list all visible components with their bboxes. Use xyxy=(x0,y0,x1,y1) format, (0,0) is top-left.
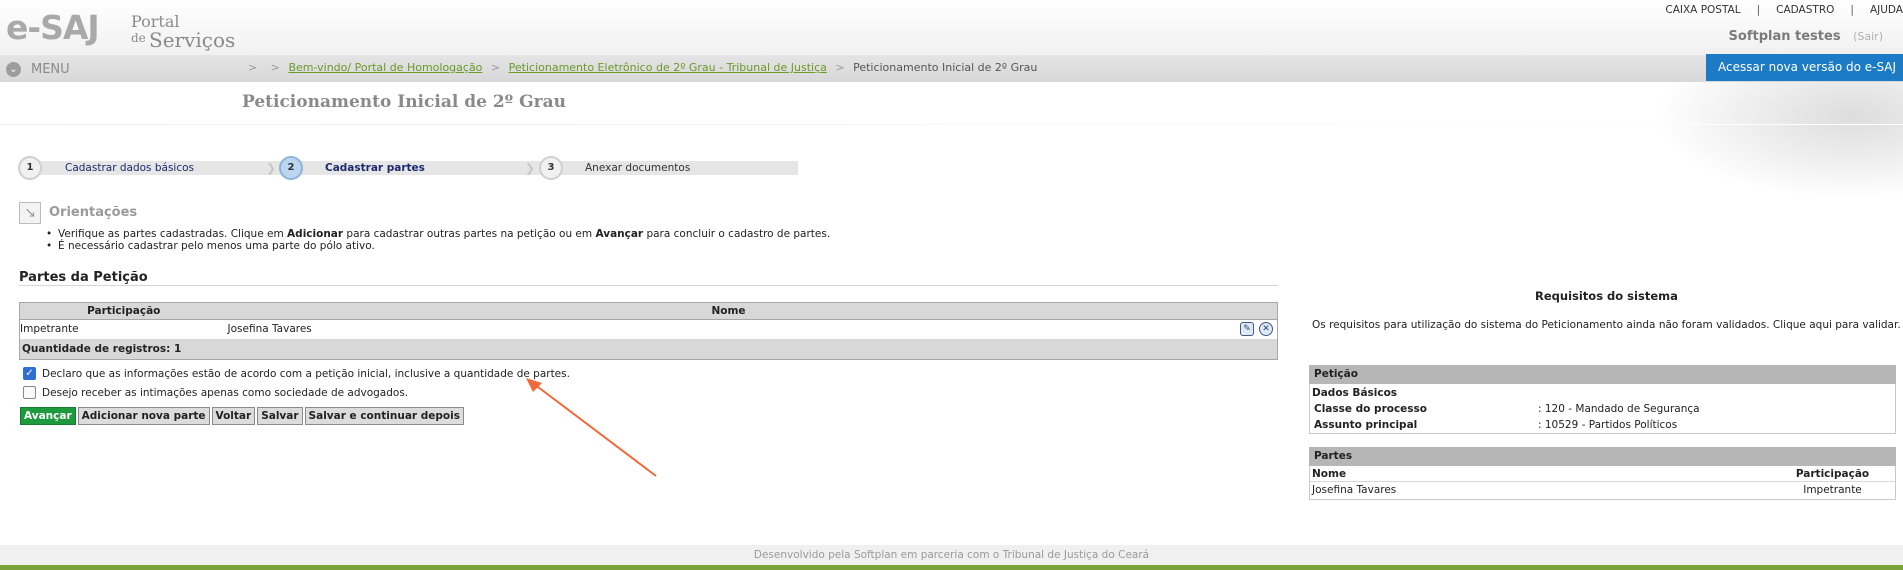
breadcrumb-separator: > xyxy=(490,61,501,74)
orientation-arrow-icon: ↘ xyxy=(19,202,41,224)
records-count: Quantidade de registros: 1 xyxy=(19,338,1278,360)
avancar-button[interactable]: Avançar xyxy=(20,407,76,425)
orientation-item: É necessário cadastrar pelo menos uma pa… xyxy=(46,240,830,252)
peticao-header: Petição xyxy=(1309,365,1896,384)
requirements-title: Requisitos do sistema xyxy=(1535,289,1678,303)
voltar-button[interactable]: Voltar xyxy=(211,407,256,425)
logo-de-text: de xyxy=(131,31,146,45)
user-box: Softplan testes (Sair) xyxy=(1729,29,1883,44)
assunto-label: Assunto principal xyxy=(1314,419,1418,431)
stepper: 1 Cadastrar dados básicos ❯ 2 Cadastrar … xyxy=(18,156,798,180)
column-header-actions xyxy=(1229,302,1278,320)
breadcrumb-separator: > xyxy=(835,61,845,74)
step-2-number: 2 xyxy=(279,156,303,180)
orientations-title: Orientações xyxy=(49,205,138,220)
orientations-list: Verifique as partes cadastradas. Clique … xyxy=(46,228,831,252)
declaration-checkbox[interactable]: ✓ xyxy=(23,367,36,380)
chevron-right-icon: ❯ xyxy=(266,161,277,175)
step-1-number: 1 xyxy=(18,156,42,180)
step-3-label: Anexar documentos xyxy=(585,162,691,174)
section-divider xyxy=(19,285,1278,286)
annotation-arrow xyxy=(526,378,657,477)
header: e-SAJ Portal de Serviços CAIXA POSTAL | … xyxy=(0,0,1903,62)
title-divider xyxy=(0,124,1903,125)
column-header-participacao: Participação xyxy=(19,302,228,320)
top-links-separator: | xyxy=(1850,4,1854,16)
classe-value: : 120 - Mandado de Segurança xyxy=(1538,403,1700,415)
declaration-checkbox-row[interactable]: ✓ Declaro que as informações estão de ac… xyxy=(23,367,570,380)
partes-section-title: Partes da Petição xyxy=(19,270,148,285)
breadcrumb-separator: > xyxy=(270,61,280,74)
partes-table: Participação Nome Impetrante Josefina Ta… xyxy=(19,302,1278,360)
intimacoes-checkbox-row[interactable]: Desejo receber as intimações apenas como… xyxy=(23,386,408,399)
orientation-text: para cadastrar outras partes na petição … xyxy=(343,228,596,240)
new-version-button[interactable]: Acessar nova versão do e-SAJ xyxy=(1706,54,1903,81)
orientation-item: Verifique as partes cadastradas. Clique … xyxy=(46,228,831,240)
chevron-right-icon: ❯ xyxy=(525,161,536,175)
top-links-separator: | xyxy=(1756,4,1761,16)
step-1-label: Cadastrar dados básicos xyxy=(65,162,195,174)
save-continue-later-button[interactable]: Salvar e continuar depois xyxy=(304,407,464,425)
step-3-number: 3 xyxy=(539,156,563,180)
intimacoes-label: Desejo receber as intimações apenas como… xyxy=(42,386,409,399)
ajuda-link[interactable]: AJUDA xyxy=(1870,4,1903,16)
orientation-keyword: Adicionar xyxy=(287,228,344,240)
breadcrumb-item-peticionamento[interactable]: Peticionamento Eletrônico de 2º Grau - T… xyxy=(509,61,827,74)
orientation-text: para concluir o cadastro de partes. xyxy=(643,228,831,240)
partes-summary-columns: Nome Participação xyxy=(1310,466,1895,482)
column-header-nome: Nome xyxy=(1312,468,1347,480)
peticao-summary: Petição Dados Básicos Classe do processo… xyxy=(1309,365,1896,434)
cell-participacao: Impetrante xyxy=(19,319,228,339)
table-header-row: Participação Nome xyxy=(19,302,1278,320)
salvar-button[interactable]: Salvar xyxy=(257,407,303,425)
breadcrumb: > > Bem-vindo/ Portal de Homologação > P… xyxy=(243,61,1037,74)
footer-accent-line xyxy=(0,565,1903,570)
partes-summary: Partes Nome Participação Josefina Tavare… xyxy=(1309,447,1896,500)
assunto-value: : 10529 - Partidos Políticos xyxy=(1538,419,1678,431)
user-name: Softplan testes xyxy=(1728,29,1841,44)
breadcrumb-item-current: Peticionamento Inicial de 2º Grau xyxy=(853,61,1038,74)
add-party-button[interactable]: Adicionar nova parte xyxy=(77,407,210,425)
chevron-down-icon: ⌄ xyxy=(6,62,21,77)
party-role: Impetrante xyxy=(1803,484,1862,496)
logo-portal-text: Portal xyxy=(131,12,180,31)
requirements-text[interactable]: Os requisitos para utilização do sistema… xyxy=(1312,319,1901,331)
classe-row: Classe do processo : 120 - Mandado de Se… xyxy=(1310,401,1895,417)
esaj-logo[interactable]: e-SAJ Portal de Serviços xyxy=(6,6,246,54)
column-header-participacao: Participação xyxy=(1795,468,1870,480)
classe-label: Classe do processo xyxy=(1314,403,1428,415)
action-buttons: Avançar Adicionar nova parte Voltar Salv… xyxy=(20,407,464,425)
dados-basicos-title: Dados Básicos xyxy=(1312,387,1398,399)
menu-label: MENU xyxy=(31,62,70,77)
cell-nome: Josefina Tavares xyxy=(227,319,1230,339)
list-item: Josefina Tavares Impetrante xyxy=(1310,482,1895,499)
menu-button[interactable]: ⌄ MENU xyxy=(6,62,70,77)
caixa-postal-link[interactable]: CAIXA POSTAL xyxy=(1665,4,1740,16)
page-title: Peticionamento Inicial de 2º Grau xyxy=(242,92,566,112)
table-row: Impetrante Josefina Tavares ✎ ✕ xyxy=(19,319,1278,339)
table-count-row: Quantidade de registros: 1 xyxy=(19,338,1278,360)
peticao-body: Dados Básicos Classe do processo : 120 -… xyxy=(1309,384,1896,434)
step-2-label: Cadastrar partes xyxy=(325,162,425,174)
assunto-row: Assunto principal : 10529 - Partidos Pol… xyxy=(1310,417,1895,433)
top-links: CAIXA POSTAL | CADASTRO | AJUDA xyxy=(1665,4,1903,16)
breadcrumb-separator: > xyxy=(248,61,258,74)
edit-icon[interactable]: ✎ xyxy=(1240,322,1254,337)
column-header-nome: Nome xyxy=(227,302,1230,320)
row-actions: ✎ ✕ xyxy=(1229,319,1278,339)
remove-icon[interactable]: ✕ xyxy=(1259,322,1273,337)
partes-summary-body: Nome Participação Josefina Tavares Impet… xyxy=(1309,466,1896,500)
intimacoes-checkbox[interactable] xyxy=(23,386,36,399)
party-name: Josefina Tavares xyxy=(1312,484,1397,496)
partes-summary-header: Partes xyxy=(1309,447,1896,466)
logo-servicos-text: Serviços xyxy=(149,28,236,52)
orientation-text: Verifique as partes cadastradas. Clique … xyxy=(58,228,288,240)
declaration-label: Declaro que as informações estão de acor… xyxy=(42,367,570,380)
breadcrumb-item-home[interactable]: Bem-vindo/ Portal de Homologação xyxy=(288,61,482,74)
orientation-keyword: Avançar xyxy=(595,228,644,240)
logout-link[interactable]: (Sair) xyxy=(1853,30,1883,43)
logo-esaj-text: e-SAJ xyxy=(6,8,100,47)
cadastro-link[interactable]: CADASTRO xyxy=(1776,4,1834,16)
footer: Desenvolvido pela Softplan em parceria c… xyxy=(0,545,1903,565)
